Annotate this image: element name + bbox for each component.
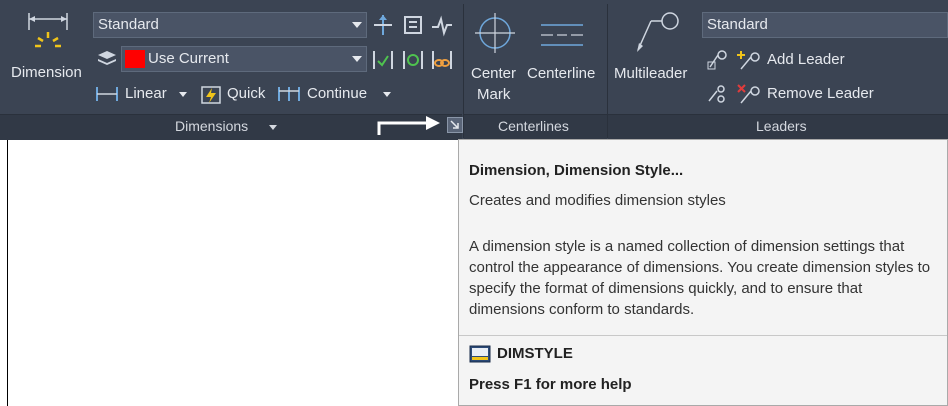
- tooltip-divider: [459, 335, 947, 336]
- dim-style-value: Standard: [98, 16, 159, 33]
- dim-style-combo[interactable]: Standard: [93, 12, 367, 38]
- arrow-right-icon: [377, 116, 440, 135]
- mleader-style-combo[interactable]: Standard: [702, 12, 948, 38]
- continue-label: Continue: [307, 85, 368, 102]
- quick-label: Quick: [227, 85, 266, 102]
- chevron-down-icon: [352, 56, 362, 62]
- adjust-space-icon[interactable]: [371, 13, 395, 37]
- quick-button[interactable]: Quick: [200, 83, 272, 105]
- tooltip-long-description: A dimension style is a named collection …: [469, 238, 931, 318]
- quick-dim-icon: [201, 86, 221, 104]
- chevron-down-icon: [269, 125, 277, 130]
- check-dim-icon[interactable]: [371, 48, 395, 72]
- dimension-style-launcher[interactable]: [447, 117, 463, 133]
- remove-leader-label: Remove Leader: [767, 85, 874, 102]
- layer-color-swatch: [125, 50, 145, 68]
- launcher-arrow-icon: [450, 120, 459, 129]
- centerline-label: Centerline: [527, 65, 596, 82]
- reassociate-icon[interactable]: [430, 48, 454, 72]
- command-icon: [469, 345, 491, 363]
- centerlines-panel-title: Centerlines: [498, 118, 569, 134]
- center-mark-label-1: Center: [471, 65, 517, 82]
- remove-leader-button[interactable]: Remove Leader: [737, 82, 897, 106]
- mleader-style-value: Standard: [707, 16, 768, 33]
- dimension-label: Dimension: [11, 64, 82, 81]
- add-leader-icon: [737, 51, 760, 70]
- linear-dim-icon: [96, 87, 118, 101]
- dimension-button[interactable]: Dimension: [8, 8, 92, 88]
- multileader-icon: [637, 12, 679, 52]
- layer-combo[interactable]: Use Current: [121, 46, 367, 72]
- center-mark-button[interactable]: Center Mark: [468, 8, 524, 108]
- centerline-button[interactable]: Centerline: [525, 8, 605, 88]
- multileader-label: Multileader: [614, 65, 688, 82]
- centerline-icon: [541, 24, 583, 46]
- mleader-style-icon[interactable]: [706, 49, 728, 71]
- chevron-down-icon: [179, 92, 187, 97]
- dimensions-panel-menu[interactable]: Dimensions: [175, 116, 285, 136]
- add-leader-label: Add Leader: [767, 51, 845, 68]
- dimension-style-tooltip: Dimension, Dimension Style... Creates an…: [458, 139, 948, 406]
- center-mark-icon: [475, 13, 515, 53]
- layer-value: Use Current: [148, 50, 229, 67]
- tooltip-title: Dimension, Dimension Style...: [469, 162, 684, 179]
- tooltip-short-description: Creates and modifies dimension styles: [469, 192, 726, 209]
- dimensions-panel-title: Dimensions: [175, 118, 249, 134]
- dimension-icon: [28, 13, 68, 48]
- chevron-down-icon: [352, 22, 362, 28]
- add-leader-button[interactable]: Add Leader: [737, 48, 867, 72]
- layers-icon: [98, 51, 116, 65]
- ribbon: Dimension Standard Use Current Linear Qu…: [0, 0, 948, 140]
- leaders-panel-title: Leaders: [756, 118, 807, 134]
- center-mark-label-2: Mark: [477, 86, 511, 103]
- continue-dim-icon: [278, 87, 300, 101]
- tooltip-help: Press F1 for more help: [469, 376, 632, 393]
- multileader-button[interactable]: Multileader: [612, 8, 700, 88]
- text-height-icon[interactable]: [401, 13, 425, 37]
- drawing-area-border: [7, 140, 8, 406]
- linear-button[interactable]: Linear: [95, 83, 190, 105]
- align-leader-icon[interactable]: [706, 83, 728, 105]
- remove-leader-icon: [737, 84, 760, 104]
- jog-line-icon[interactable]: [430, 13, 454, 37]
- linear-label: Linear: [125, 85, 167, 102]
- chevron-down-icon: [383, 92, 391, 97]
- continue-button[interactable]: Continue: [277, 83, 392, 105]
- update-dim-icon[interactable]: [401, 48, 425, 72]
- tooltip-command: DIMSTYLE: [497, 345, 573, 362]
